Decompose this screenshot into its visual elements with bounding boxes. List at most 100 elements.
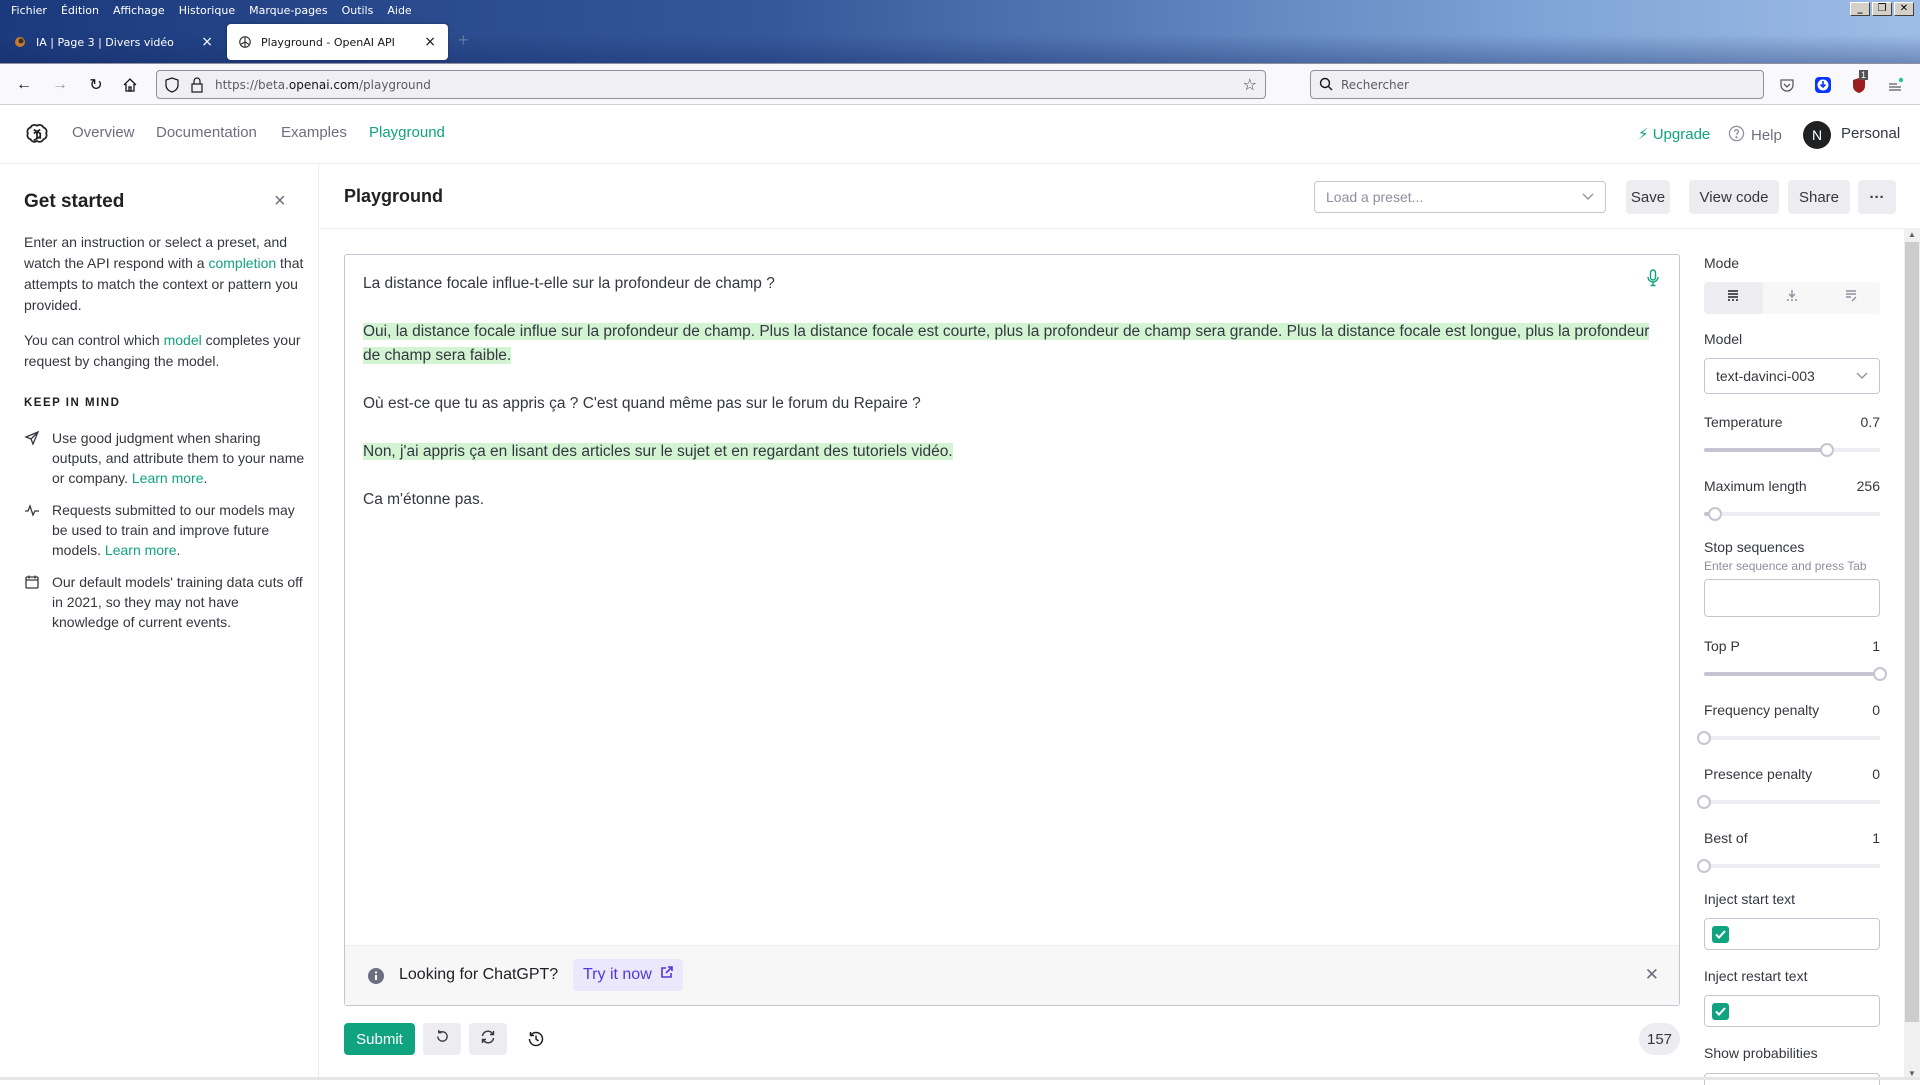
item-suffix: . — [203, 470, 208, 486]
submit-button[interactable]: Submit — [344, 1023, 415, 1055]
home-icon[interactable] — [118, 73, 142, 97]
lock-icon[interactable] — [191, 77, 203, 96]
app-menu-icon[interactable] — [1884, 74, 1906, 96]
keep-in-mind-item: Requests submitted to our models may be … — [24, 500, 309, 560]
menu-affichage[interactable]: Affichage — [106, 2, 172, 20]
reload-icon[interactable]: ↻ — [84, 73, 108, 97]
regenerate-button[interactable] — [469, 1023, 507, 1055]
load-preset-select[interactable]: Load a preset... — [1314, 181, 1606, 213]
close-tab-icon[interactable]: × — [424, 34, 436, 50]
completion-link[interactable]: completion — [208, 255, 276, 271]
generated-paragraph: Non, j'ai appris ça en lisant des articl… — [363, 440, 1653, 464]
mode-insert-button[interactable] — [1763, 282, 1822, 314]
inject-restart-field[interactable] — [1704, 995, 1880, 1027]
minimize-button[interactable]: _ — [1850, 2, 1870, 16]
close-tab-icon[interactable]: × — [201, 34, 213, 50]
menu-marque-pages[interactable]: Marque-pages — [242, 2, 334, 20]
openai-logo-icon[interactable] — [24, 122, 50, 148]
learn-more-link[interactable]: Learn more — [132, 470, 204, 486]
restore-button[interactable]: ❐ — [1872, 2, 1892, 16]
stop-sequences-label: Stop sequences — [1704, 539, 1805, 555]
slider-thumb[interactable] — [1820, 443, 1835, 457]
settings-scrollbar[interactable]: ▲ ▼ — [1904, 228, 1920, 1080]
inject-start-field[interactable] — [1704, 918, 1880, 950]
more-options-button[interactable]: ··· — [1858, 180, 1896, 214]
bookmark-star-icon[interactable]: ☆ — [1243, 75, 1257, 94]
stop-sequences-input[interactable] — [1704, 579, 1880, 617]
ublock-icon[interactable]: 1 — [1848, 70, 1870, 96]
menu-fichier[interactable]: Fichier — [4, 2, 54, 20]
nav-playground[interactable]: Playground — [369, 124, 445, 141]
microphone-icon[interactable] — [1647, 269, 1659, 292]
menu-aide[interactable]: Aide — [380, 2, 418, 20]
model-link[interactable]: model — [164, 332, 202, 348]
nav-overview[interactable]: Overview — [72, 124, 135, 141]
undo-button[interactable] — [423, 1023, 461, 1055]
menu-historique[interactable]: Historique — [172, 2, 242, 20]
new-tab-icon[interactable]: + — [458, 30, 469, 51]
url-bar[interactable]: https://beta.openai.com/playground ☆ — [156, 70, 1266, 99]
model-paragraph: You can control which model completes yo… — [24, 330, 304, 372]
mode-edit-button[interactable] — [1821, 282, 1880, 314]
try-it-now-link[interactable]: Try it now — [573, 959, 683, 991]
prompt-paragraph: Ca m'étonne pas. — [363, 488, 1653, 512]
tab-ia-divers-video[interactable]: IA | Page 3 | Divers vidéo × — [0, 24, 225, 60]
frequency-penalty-slider[interactable] — [1697, 731, 1880, 745]
paragraph-text: La distance focale influe-t-elle sur la … — [363, 275, 775, 292]
chatgpt-banner: Looking for ChatGPT? Try it now ✕ — [345, 945, 1679, 1005]
history-icon[interactable] — [524, 1027, 548, 1051]
top-p-label: Top P — [1704, 638, 1740, 654]
share-button[interactable]: Share — [1788, 180, 1850, 214]
account-name[interactable]: Personal — [1841, 125, 1900, 142]
save-button[interactable]: Save — [1626, 180, 1670, 214]
send-icon — [24, 428, 52, 488]
model-select[interactable]: text-davinci-003 — [1704, 358, 1880, 394]
scroll-up-icon[interactable]: ▲ — [1908, 230, 1916, 239]
mode-complete-button[interactable] — [1704, 282, 1763, 314]
search-bar[interactable]: Rechercher — [1310, 70, 1764, 99]
help-link[interactable]: Help — [1728, 125, 1782, 146]
best-of-value: 1 — [1872, 830, 1880, 846]
top-p-slider[interactable] — [1704, 667, 1887, 681]
back-icon[interactable]: ← — [12, 73, 36, 97]
upgrade-link[interactable]: ⚡︎ Upgrade — [1638, 125, 1710, 143]
editor-content[interactable]: La distance focale influe-t-elle sur la … — [363, 272, 1653, 536]
inject-start-label: Inject start text — [1704, 891, 1796, 907]
forward-icon[interactable]: → — [48, 73, 72, 97]
avatar[interactable]: N — [1803, 121, 1831, 149]
inject-restart-checkbox[interactable] — [1712, 1003, 1729, 1020]
prompt-editor[interactable]: La distance focale influe-t-elle sur la … — [344, 254, 1680, 1006]
model-text: You can control which — [24, 332, 164, 348]
slider-fill — [1704, 448, 1828, 452]
temperature-slider[interactable] — [1704, 443, 1880, 457]
model-value: text-davinci-003 — [1716, 368, 1815, 384]
close-window-button[interactable]: ✕ — [1894, 2, 1914, 16]
learn-more-link[interactable]: Learn more — [105, 542, 177, 558]
nav-examples[interactable]: Examples — [281, 124, 347, 141]
inject-restart-label: Inject restart text — [1704, 968, 1808, 984]
menu-edition[interactable]: Édition — [54, 2, 106, 20]
menu-outils[interactable]: Outils — [335, 2, 381, 20]
max-length-slider[interactable] — [1704, 507, 1880, 521]
view-code-button[interactable]: View code — [1689, 180, 1779, 214]
tab-playground[interactable]: Playground - OpenAI API × — [227, 24, 448, 60]
inject-start-checkbox[interactable] — [1712, 926, 1729, 943]
presence-penalty-slider[interactable] — [1697, 795, 1880, 809]
shield-icon[interactable] — [165, 77, 179, 96]
slider-thumb[interactable] — [1697, 731, 1711, 745]
best-of-slider[interactable] — [1697, 859, 1880, 873]
slider-thumb[interactable] — [1697, 859, 1711, 873]
slider-thumb[interactable] — [1707, 507, 1722, 521]
show-probabilities-label: Show probabilities — [1704, 1045, 1818, 1061]
slider-thumb[interactable] — [1697, 795, 1711, 809]
scrollbar-thumb[interactable] — [1905, 242, 1919, 1022]
browser-navbar: ← → ↻ https://beta.openai.com/playground… — [0, 63, 1920, 105]
nav-documentation[interactable]: Documentation — [156, 124, 257, 141]
pocket-icon[interactable] — [1776, 74, 1798, 96]
slider-thumb[interactable] — [1873, 667, 1887, 681]
calendar-icon — [24, 572, 52, 632]
download-manager-icon[interactable] — [1812, 74, 1834, 96]
get-started-sidebar: Get started × Enter an instruction or se… — [0, 164, 319, 1080]
close-banner-icon[interactable]: ✕ — [1645, 965, 1659, 985]
close-sidebar-icon[interactable]: × — [274, 190, 286, 213]
